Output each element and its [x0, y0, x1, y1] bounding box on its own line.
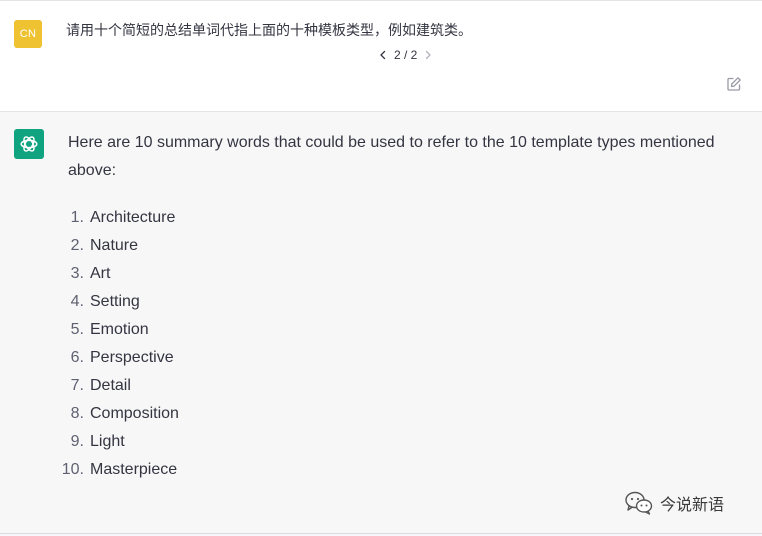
watermark: 今说新语: [624, 490, 724, 516]
user-message-block: CN 请用十个简短的总结单词代指上面的十种模板类型，例如建筑类。 2 / 2: [0, 0, 762, 112]
list-item-number: 5.: [70, 321, 84, 338]
list-item-label: Perspective: [90, 349, 174, 366]
list-item: 2. Nature: [52, 232, 179, 260]
assistant-intro-text: Here are 10 summary words that could be …: [68, 134, 715, 179]
edit-icon: [727, 77, 741, 91]
list-item: 3. Art: [52, 260, 179, 288]
list-item-label: Setting: [90, 293, 140, 310]
list-item: 5. Emotion: [52, 316, 179, 344]
list-item: 1. Architecture: [52, 204, 179, 232]
list-item-number: 1.: [70, 209, 84, 226]
list-item: 10. Masterpiece: [52, 456, 179, 484]
summary-list: 1. Architecture 2. Nature 3. Art 4. Setting …: [52, 204, 179, 484]
list-item: 4. Setting: [52, 288, 179, 316]
list-item: 8. Composition: [52, 400, 179, 428]
list-item-number: 8.: [70, 405, 84, 422]
list-item-label: Detail: [90, 377, 131, 394]
list-item-number: 10.: [61, 461, 84, 478]
assistant-message-block: Here are 10 summary words that could be …: [0, 112, 762, 536]
bottom-divider: [0, 533, 762, 534]
list-item-number: 9.: [70, 433, 84, 450]
chevron-left-icon[interactable]: [378, 47, 388, 63]
list-item-number: 4.: [70, 293, 84, 310]
list-item-number: 3.: [70, 265, 84, 282]
list-item-label: Masterpiece: [90, 461, 178, 478]
list-item-label: Light: [90, 433, 125, 450]
list-item-label: Nature: [90, 237, 139, 254]
openai-logo-icon: [20, 136, 38, 152]
list-item: 6. Perspective: [52, 344, 179, 372]
response-pager: 2 / 2: [378, 47, 433, 63]
watermark-text: 今说新语: [660, 497, 725, 514]
pager-count: 2 / 2: [394, 48, 418, 62]
chevron-right-icon[interactable]: [423, 47, 433, 63]
list-item: 9. Light: [52, 428, 179, 456]
list-item-label: Composition: [90, 405, 179, 422]
assistant-avatar: [14, 129, 44, 159]
user-avatar: CN: [14, 20, 42, 48]
list-item-number: 2.: [70, 237, 84, 254]
edit-button[interactable]: [725, 75, 743, 93]
list-item-number: 6.: [70, 349, 84, 366]
list-item-label: Emotion: [90, 321, 149, 338]
wechat-icon: [624, 490, 654, 516]
list-item: 7. Detail: [52, 372, 179, 400]
list-item-label: Art: [90, 265, 111, 282]
list-item-number: 7.: [70, 377, 84, 394]
user-message-text: 请用十个简短的总结单词代指上面的十种模板类型，例如建筑类。: [66, 22, 472, 38]
list-item-label: Architecture: [90, 209, 176, 226]
